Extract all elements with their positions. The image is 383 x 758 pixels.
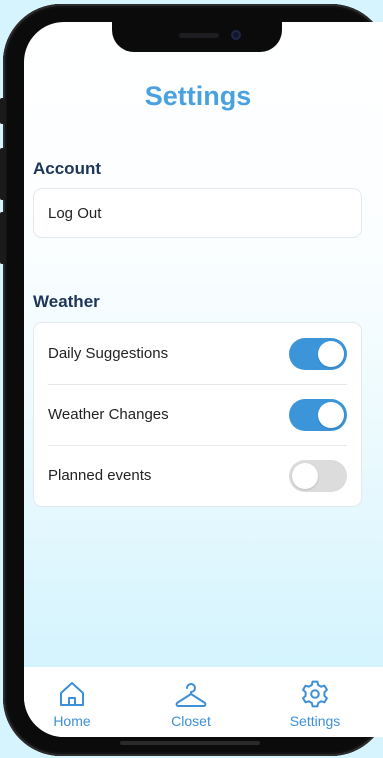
daily-suggestions-toggle[interactable] (289, 337, 347, 370)
silent-switch (0, 98, 6, 124)
home-icon (60, 682, 84, 706)
logout-label: Log Out (48, 204, 102, 222)
app-screen: Settings Account Log Out Weather Daily S… (24, 22, 383, 737)
tab-home[interactable]: Home (27, 680, 117, 729)
setting-row-weather-changes: Weather Changes (34, 384, 361, 445)
home-indicator (120, 741, 260, 745)
logout-button[interactable]: Log Out (34, 189, 361, 237)
hanger-icon (175, 683, 207, 707)
tab-home-label: Home (53, 713, 91, 729)
volume-down-button (0, 212, 6, 264)
tab-bar: Home Closet Settings (24, 667, 383, 737)
weather-section-header: Weather (33, 292, 100, 311)
front-camera (231, 30, 241, 40)
tab-settings[interactable]: Settings (270, 680, 360, 729)
tab-closet[interactable]: Closet (146, 680, 236, 729)
gear-icon (302, 680, 328, 708)
account-card: Log Out (33, 188, 362, 238)
tab-settings-label: Settings (289, 713, 341, 729)
planned-events-label: Planned events (48, 467, 152, 484)
volume-up-button (0, 148, 6, 200)
toggle-knob (318, 340, 344, 367)
daily-suggestions-label: Daily Suggestions (48, 345, 169, 362)
page-title: Settings (144, 81, 252, 111)
planned-events-toggle[interactable] (289, 459, 347, 492)
weather-changes-toggle[interactable] (289, 398, 347, 431)
setting-row-planned-events: Planned events (34, 445, 361, 506)
toggle-knob (292, 462, 318, 489)
weather-changes-label: Weather Changes (48, 406, 169, 423)
phone-notch (112, 22, 282, 52)
weather-card: Daily Suggestions Weather Changes Planne… (33, 322, 362, 507)
device-stage: Settings Account Log Out Weather Daily S… (0, 0, 383, 758)
speaker-grille (179, 33, 219, 38)
setting-row-daily-suggestions: Daily Suggestions (34, 323, 361, 384)
toggle-knob (318, 401, 344, 428)
tab-closet-label: Closet (171, 713, 211, 729)
account-section-header: Account (33, 159, 101, 178)
